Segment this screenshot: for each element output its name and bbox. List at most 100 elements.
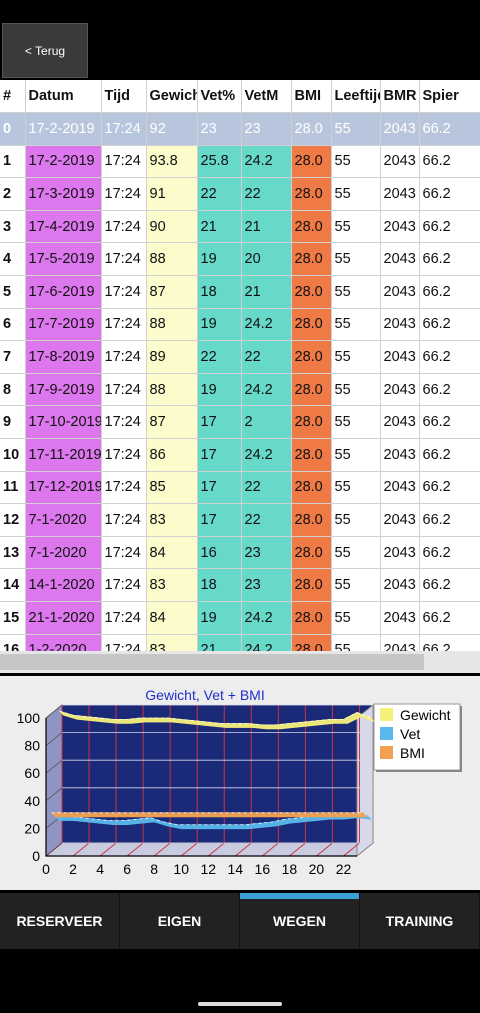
cell-vet-percent: 19: [197, 308, 242, 342]
x-tick-label: 18: [282, 861, 298, 877]
table-row[interactable]: 11 17-12-2019 17:24 85 17 22 28.0 55 2043 66.2: [0, 471, 480, 505]
cell-spier: 66.2: [419, 438, 480, 472]
x-tick-label: 10: [173, 861, 189, 877]
column-header-vet-mass[interactable]: VetM: [241, 80, 292, 114]
nav-tab-reserveer[interactable]: RESERVEER: [0, 893, 120, 949]
nav-tab-eigen[interactable]: EIGEN: [120, 893, 240, 949]
cell-bmr: 2043: [380, 405, 420, 440]
legend-label-vet: Vet: [400, 726, 420, 742]
cell-leeftijd: 55: [331, 503, 381, 537]
cell-vet-percent: 17: [197, 405, 242, 440]
x-tick-label: 16: [255, 861, 271, 877]
cell-bmr: 2043: [380, 634, 420, 651]
cell-datum: 17-7-2019: [25, 308, 102, 342]
nav-tab-training[interactable]: TRAINING: [360, 893, 480, 949]
table-row[interactable]: 16 1-2-2020 17:24 83 21 24.2 28.0 55 2043 66.2: [0, 634, 480, 651]
cell-gewicht: 83: [146, 568, 198, 602]
table-row[interactable]: 8 17-9-2019 17:24 88 19 24.2 28.0 55 2043 66.2: [0, 373, 480, 407]
cell-bmi: 28.0: [291, 634, 332, 651]
cell-bmi: 28.0: [291, 242, 332, 277]
table-row[interactable]: 15 21-1-2020 17:24 84 19 24.2 28.0 55 2043 66.2: [0, 601, 480, 635]
cell-vet-mass: 24.2: [241, 634, 292, 651]
cell-tijd: 17:24: [101, 308, 147, 342]
cell-index: 6: [0, 308, 26, 342]
cell-bmi: 28.0: [291, 438, 332, 472]
cell-bmr: 2043: [380, 340, 420, 374]
cell-datum: 17-2-2019: [25, 145, 102, 179]
legend-label-bmi: BMI: [400, 745, 425, 761]
cell-vet-mass: 20: [241, 242, 292, 277]
cell-vet-mass: 23: [241, 112, 292, 146]
cell-tijd: 17:24: [101, 536, 147, 570]
table-row[interactable]: 3 17-4-2019 17:24 90 21 21 28.0 55 2043 66.2: [0, 210, 480, 244]
cell-index: 2: [0, 177, 26, 211]
column-header-index[interactable]: #: [0, 80, 26, 114]
cell-vet-mass: 22: [241, 471, 292, 505]
cell-vet-percent: 19: [197, 373, 242, 407]
table-row[interactable]: 14 14-1-2020 17:24 83 18 23 28.0 55 2043 66.2: [0, 568, 480, 602]
cell-leeftijd: 55: [331, 242, 381, 277]
horizontal-scrollbar[interactable]: [0, 651, 480, 673]
table-row[interactable]: 1 17-2-2019 17:24 93.8 25.8 24.2 28.0 55 2043 66.…: [0, 145, 480, 179]
cell-index: 13: [0, 536, 26, 570]
cell-bmr: 2043: [380, 503, 420, 537]
column-header-bmi[interactable]: BMI: [291, 80, 332, 114]
cell-bmr: 2043: [380, 438, 420, 472]
cell-leeftijd: 55: [331, 112, 381, 146]
column-header-spier[interactable]: Spier: [419, 80, 480, 114]
cell-datum: 7-1-2020: [25, 503, 102, 537]
cell-gewicht: 93.8: [146, 145, 198, 179]
cell-leeftijd: 55: [331, 308, 381, 342]
table-row[interactable]: 7 17-8-2019 17:24 89 22 22 28.0 55 2043 66.2: [0, 340, 480, 374]
table-row[interactable]: 6 17-7-2019 17:24 88 19 24.2 28.0 55 2043 66.2: [0, 308, 480, 342]
cell-tijd: 17:24: [101, 275, 147, 309]
cell-tijd: 17:24: [101, 210, 147, 244]
cell-tijd: 17:24: [101, 405, 147, 440]
series-ribbon-bmi: [50, 812, 368, 818]
nav-tab-wegen[interactable]: WEGEN: [240, 893, 360, 949]
cell-spier: 66.2: [419, 373, 480, 407]
cell-bmi: 28.0: [291, 340, 332, 374]
cell-vet-mass: 24.2: [241, 438, 292, 472]
column-header-datum[interactable]: Datum: [25, 80, 102, 114]
table-row[interactable]: 2 17-3-2019 17:24 91 22 22 28.0 55 2043 66.2: [0, 177, 480, 211]
table-row[interactable]: 12 7-1-2020 17:24 83 17 22 28.0 55 2043 66.2: [0, 503, 480, 537]
scrollbar-thumb[interactable]: [0, 654, 424, 670]
cell-leeftijd: 55: [331, 634, 381, 651]
bottom-navigation: RESERVEER EIGEN WEGEN TRAINING: [0, 893, 480, 949]
table-row[interactable]: 9 17-10-2019 17:24 87 17 2 28.0 55 2043 66.2: [0, 405, 480, 440]
table-row[interactable]: 5 17-6-2019 17:24 87 18 21 28.0 55 2043 66.2: [0, 275, 480, 309]
y-tick-label: 60: [24, 765, 40, 781]
column-header-tijd[interactable]: Tijd: [101, 80, 147, 114]
cell-bmi: 28.0: [291, 373, 332, 407]
cell-datum: 21-1-2020: [25, 601, 102, 635]
x-tick-label: 6: [123, 861, 131, 877]
cell-leeftijd: 55: [331, 210, 381, 244]
column-header-leeftijd[interactable]: Leeftijd: [331, 80, 381, 114]
cell-vet-percent: 23: [197, 112, 242, 146]
cell-spier: 66.2: [419, 177, 480, 211]
column-header-gewicht[interactable]: Gewich: [146, 80, 198, 114]
cell-tijd: 17:24: [101, 145, 147, 179]
cell-tijd: 17:24: [101, 471, 147, 505]
column-header-vet-percent[interactable]: Vet%: [197, 80, 242, 114]
back-button[interactable]: < Terug: [2, 23, 88, 78]
column-header-bmr[interactable]: BMR: [380, 80, 420, 114]
y-tick-label: 40: [24, 793, 40, 809]
cell-bmr: 2043: [380, 601, 420, 635]
cell-leeftijd: 55: [331, 471, 381, 505]
cell-datum: 14-1-2020: [25, 568, 102, 602]
cell-datum: 17-8-2019: [25, 340, 102, 374]
table-row[interactable]: 13 7-1-2020 17:24 84 16 23 28.0 55 2043 66.2: [0, 536, 480, 570]
home-indicator[interactable]: [198, 1002, 282, 1006]
table-row[interactable]: 4 17-5-2019 17:24 88 19 20 28.0 55 2043 66.2: [0, 242, 480, 277]
table-row[interactable]: 0 17-2-2019 17:24 92 23 23 28.0 55 2043 66.2: [0, 112, 480, 146]
table-row[interactable]: 10 17-11-2019 17:24 86 17 24.2 28.0 55 2043 66.2: [0, 438, 480, 472]
cell-gewicht: 87: [146, 275, 198, 309]
cell-vet-percent: 21: [197, 634, 242, 651]
cell-tijd: 17:24: [101, 373, 147, 407]
table-header-row: #DatumTijdGewichVet%VetMBMILeeftijdBMRSp…: [0, 80, 480, 114]
cell-bmi: 28.0: [291, 308, 332, 342]
cell-index: 14: [0, 568, 26, 602]
cell-datum: 17-12-2019: [25, 471, 102, 505]
